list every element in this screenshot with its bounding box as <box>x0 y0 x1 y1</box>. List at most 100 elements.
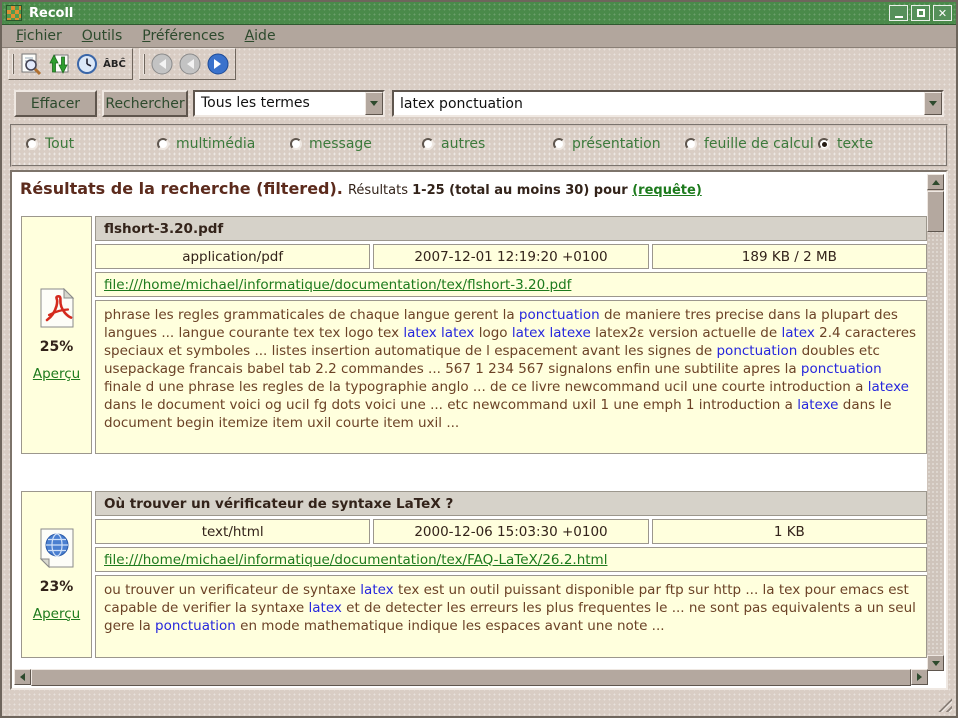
arrow-left-icon <box>20 673 25 681</box>
menu-preferences[interactable]: Préférences <box>132 26 234 46</box>
results-summary-prefix: Résultats <box>348 183 412 198</box>
result-1-url-row: file:///home/michael/informatique/docume… <box>95 272 927 297</box>
minimize-button[interactable] <box>889 5 908 21</box>
radio-icon <box>157 138 169 150</box>
menu-outils[interactable]: Outils <box>72 26 132 46</box>
pdf-document-icon <box>39 288 75 328</box>
filter-radio-autres[interactable]: autres <box>422 136 485 152</box>
vertical-scrollbar[interactable] <box>927 174 944 671</box>
filter-radio-message[interactable]: message <box>290 136 372 152</box>
sort-by-date-button[interactable] <box>73 51 100 77</box>
close-icon: ✕ <box>938 8 947 19</box>
result-1-side-panel: 25% Aperçu <box>21 216 92 454</box>
horizontal-scrollbar-thumb[interactable] <box>31 669 911 686</box>
first-page-button[interactable] <box>148 51 175 77</box>
search-input[interactable] <box>394 92 924 115</box>
result-1-mime: application/pdf <box>95 244 370 269</box>
search-query-combobox[interactable] <box>392 90 944 117</box>
next-page-icon <box>206 52 230 76</box>
result-1-date: 2007-12-01 12:19:20 +0100 <box>373 244 648 269</box>
result-2-url-link[interactable]: file:///home/michael/informatique/docume… <box>104 552 607 568</box>
results-heading: Résultats de la recherche (filtered). Ré… <box>20 179 702 198</box>
scroll-right-button[interactable] <box>911 669 928 685</box>
scroll-down-button[interactable] <box>927 655 944 671</box>
next-page-button[interactable] <box>204 51 231 77</box>
result-1-snippet: phrase les regles grammaticales de chaqu… <box>95 300 927 454</box>
filter-label: feuille de calcul <box>704 136 814 152</box>
result-1-size: 189 KB / 2 MB <box>652 244 927 269</box>
chevron-down-icon <box>370 101 378 106</box>
result-1-title: flshort-3.20.pdf <box>95 216 927 241</box>
results-summary-count: 1-25 (total au moins 30) pour <box>412 183 632 198</box>
arrow-right-icon <box>917 673 922 681</box>
menu-aide[interactable]: Aide <box>235 26 286 46</box>
result-item-2: 23% Aperçu Où trouver un vérificateur de… <box>21 491 927 658</box>
close-button[interactable]: ✕ <box>933 5 952 21</box>
result-2-side-panel: 23% Aperçu <box>21 491 92 658</box>
radio-icon <box>818 138 830 150</box>
search-mode-select[interactable]: Tous les termes <box>193 90 385 117</box>
first-page-icon <box>150 52 174 76</box>
category-filter-frame: Tout multimédia message autres présentat… <box>10 124 948 167</box>
toolbar-handle[interactable] <box>143 54 145 74</box>
filter-label: texte <box>837 136 873 152</box>
radio-icon <box>290 138 302 150</box>
maximize-button[interactable] <box>911 5 930 21</box>
relevance-percent: 25% <box>40 339 74 355</box>
filter-label: message <box>309 136 372 152</box>
toolbar: ÂBĈ <box>2 48 956 80</box>
chevron-down-icon <box>929 101 937 106</box>
filter-label: autres <box>441 136 485 152</box>
results-pane: Résultats de la recherche (filtered). Ré… <box>10 170 948 690</box>
results-title: Résultats de la recherche (filtered). <box>20 179 343 198</box>
query-link[interactable]: (requête) <box>632 183 702 198</box>
menu-fichier[interactable]: Fichier <box>6 26 72 46</box>
filter-radio-texte[interactable]: texte <box>818 136 873 152</box>
term-explorer-button[interactable]: ÂBĈ <box>101 51 128 77</box>
scroll-up-button[interactable] <box>927 174 944 190</box>
maximize-icon <box>917 9 925 17</box>
update-index-button[interactable] <box>45 51 72 77</box>
term-explorer-icon: ÂBĈ <box>103 59 126 70</box>
filter-radio-feuille-de-calcul[interactable]: feuille de calcul <box>685 136 814 152</box>
horizontal-scrollbar[interactable] <box>14 669 928 686</box>
document-preview-button[interactable] <box>17 51 44 77</box>
filter-radio-tout[interactable]: Tout <box>26 136 74 152</box>
previous-page-icon <box>178 52 202 76</box>
filter-label: multimédia <box>176 136 255 152</box>
html-document-icon <box>39 528 75 568</box>
window-title: Recoll <box>29 6 73 21</box>
resize-grip[interactable] <box>937 697 952 712</box>
result-2-url-row: file:///home/michael/informatique/docume… <box>95 547 927 572</box>
preview-link[interactable]: Aperçu <box>33 606 80 622</box>
relevance-percent: 23% <box>40 579 74 595</box>
radio-icon <box>685 138 697 150</box>
previous-page-button[interactable] <box>176 51 203 77</box>
result-1-meta-row: application/pdf 2007-12-01 12:19:20 +010… <box>95 244 927 269</box>
arrow-up-icon <box>932 180 940 185</box>
result-2-title: Où trouver un vérificateur de syntaxe La… <box>95 491 927 516</box>
update-index-icon <box>47 52 71 76</box>
radio-icon <box>422 138 434 150</box>
arrow-down-icon <box>932 661 940 666</box>
search-history-dropdown-button[interactable] <box>924 92 942 115</box>
vertical-scrollbar-thumb[interactable] <box>927 191 944 232</box>
search-mode-dropdown-button[interactable] <box>365 92 383 115</box>
result-2-mime: text/html <box>95 519 370 544</box>
toolbar-handle[interactable] <box>12 54 14 74</box>
preview-link[interactable]: Aperçu <box>33 366 80 382</box>
scroll-left-button[interactable] <box>14 669 31 685</box>
toolbar-group-tools: ÂBĈ <box>8 48 133 80</box>
document-preview-icon <box>19 52 43 76</box>
filter-radio-multimedia[interactable]: multimédia <box>157 136 255 152</box>
radio-icon <box>26 138 38 150</box>
clear-button[interactable]: Effacer <box>14 90 97 117</box>
filter-radio-presentation[interactable]: présentation <box>553 136 661 152</box>
search-button[interactable]: Rechercher <box>102 90 188 117</box>
result-2-snippet: ou trouver un verificateur de syntaxe la… <box>95 575 927 658</box>
title-bar: Recoll ✕ <box>2 2 956 25</box>
toolbar-group-navigation <box>139 48 236 80</box>
result-item-1: 25% Aperçu flshort-3.20.pdf application/… <box>21 216 927 454</box>
result-1-url-link[interactable]: file:///home/michael/informatique/docume… <box>104 277 571 293</box>
result-2-meta-row: text/html 2000-12-06 15:03:30 +0100 1 KB <box>95 519 927 544</box>
